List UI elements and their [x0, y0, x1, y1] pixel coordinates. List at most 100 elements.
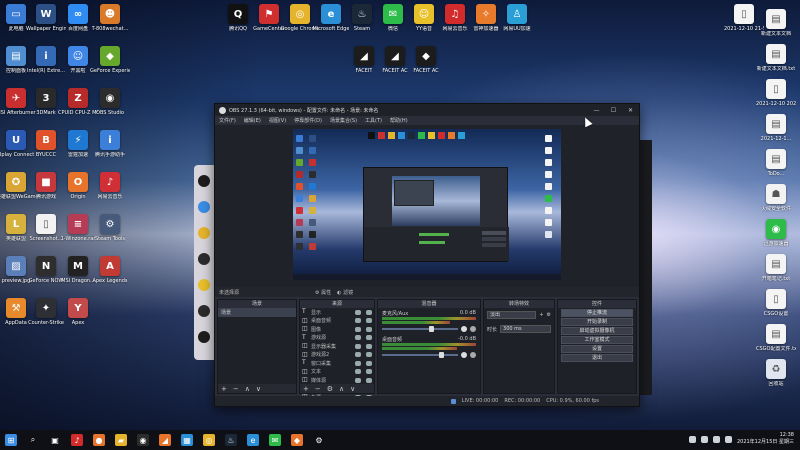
control-button[interactable]: 停止推流 — [561, 309, 633, 317]
desktop-shortcut[interactable]: ⚙ Steam Tools — [90, 214, 130, 242]
lock-icon[interactable] — [366, 369, 372, 375]
eye-icon[interactable] — [355, 369, 361, 375]
eye-icon[interactable] — [355, 343, 361, 349]
explorer-icon[interactable]: ▰ — [115, 434, 127, 446]
chrome-icon[interactable]: ◎ — [203, 434, 215, 446]
clock[interactable]: 12:38 2021年12月15日 星期三 — [737, 432, 794, 446]
network-icon[interactable] — [700, 435, 708, 443]
menu-item[interactable]: 编辑(E) — [244, 117, 261, 124]
desktop-shortcut[interactable]: ♪ 网易云音乐 — [90, 172, 130, 200]
settings-icon[interactable]: ⚙ — [313, 434, 325, 446]
source-item[interactable]: ◫ 文本 — [300, 368, 374, 377]
eye-icon[interactable] — [355, 377, 361, 383]
menu-item[interactable]: 工具(T) — [365, 117, 382, 124]
scene-item[interactable]: 场景 — [218, 308, 296, 317]
add-scene-icon[interactable]: + — [221, 385, 227, 393]
menu-item[interactable]: 帮助(H) — [390, 117, 408, 124]
volume-slider[interactable] — [382, 325, 458, 332]
ime-icon[interactable] — [724, 435, 732, 443]
desktop-shortcut[interactable]: A Apex Legends — [90, 256, 130, 284]
transition-select[interactable]: 淡出 — [487, 311, 537, 319]
close-icon[interactable]: ✕ — [622, 104, 639, 116]
edge-icon[interactable]: e — [247, 434, 259, 446]
source-item[interactable]: T 游戏源 — [300, 334, 374, 343]
menu-item[interactable]: 视图(V) — [269, 117, 286, 124]
desktop-shortcut[interactable]: ▤ 2021-12-1... — [756, 114, 796, 142]
panel-app-icon[interactable] — [198, 305, 210, 317]
add-transition-icon[interactable]: + — [539, 312, 543, 318]
panel-app-icon[interactable] — [198, 279, 210, 291]
eye-icon[interactable] — [355, 360, 361, 366]
transition-settings-icon[interactable]: ⚙ — [547, 312, 551, 318]
source-item[interactable]: ◫ 游戏源2 — [300, 351, 374, 360]
desktop-shortcut[interactable]: ▯ CSGO设置 — [756, 289, 796, 317]
menu-item[interactable]: 文件(F) — [219, 117, 236, 124]
desktop-shortcut[interactable]: ☻ T-808wechat... — [90, 4, 130, 32]
wechat-icon[interactable]: ✉ — [269, 434, 281, 446]
duration-input[interactable]: 300 ms — [500, 325, 551, 333]
lock-icon[interactable] — [366, 360, 372, 366]
menu-item[interactable]: 场景集合(S) — [330, 117, 357, 124]
start-icon[interactable]: ⊞ — [5, 434, 17, 446]
faceit-ac-icon[interactable]: ◆ — [291, 434, 303, 446]
tray-icon[interactable] — [688, 435, 696, 443]
properties-button[interactable]: ⚙ 属性 — [315, 289, 331, 296]
steam-icon[interactable]: ♨ — [225, 434, 237, 446]
panel-app-icon[interactable] — [198, 331, 210, 343]
desktop-shortcut[interactable]: Y Apex — [58, 298, 98, 326]
move-up-icon[interactable]: ∧ — [245, 385, 250, 393]
source-item[interactable]: ◫ 桌面音频 — [300, 317, 374, 326]
firefox-icon[interactable]: ● — [93, 434, 105, 446]
lock-icon[interactable] — [366, 326, 372, 332]
desktop-shortcut[interactable]: ☗ 火绒安全软件 — [756, 184, 796, 212]
source-settings-icon[interactable]: ⚙ — [327, 385, 333, 393]
desktop-shortcut[interactable]: ▯ 2021-12-10 20211025... — [756, 79, 796, 107]
maximize-icon[interactable]: ☐ — [605, 104, 622, 116]
faceit-icon[interactable]: ◢ — [159, 434, 171, 446]
desktop-shortcut[interactable]: ▤ CSGO配置文件.txt — [756, 324, 796, 352]
source-item[interactable]: T 窗口采集 — [300, 359, 374, 368]
menu-item[interactable]: 停靠部件(D) — [294, 117, 322, 124]
mute-icon[interactable] — [461, 325, 467, 332]
search-icon[interactable]: ⌕ — [27, 434, 39, 446]
panel-app-icon[interactable] — [198, 175, 210, 187]
mute-icon[interactable] — [461, 351, 467, 358]
desktop-shortcut[interactable]: ♙ 网易UU加速 — [497, 4, 537, 32]
preview-canvas[interactable] — [293, 129, 561, 280]
desktop-shortcut[interactable]: ▤ ToDo... — [756, 149, 796, 177]
desktop-shortcut[interactable]: ◆ GeForce Experience — [90, 46, 130, 74]
control-button[interactable]: 退出 — [561, 354, 633, 362]
add-source-icon[interactable]: + — [303, 385, 309, 393]
store-icon[interactable]: ▦ — [181, 434, 193, 446]
minimize-icon[interactable]: — — [588, 104, 605, 116]
source-item[interactable]: ◫ 图像 — [300, 325, 374, 334]
eye-icon[interactable] — [355, 318, 361, 324]
preview-area[interactable] — [215, 125, 639, 287]
panel-app-icon[interactable] — [198, 253, 210, 265]
remove-scene-icon[interactable]: − — [233, 385, 239, 393]
desktop-shortcut[interactable]: ▤ 新建文本文档.txt — [756, 44, 796, 72]
lock-icon[interactable] — [366, 318, 372, 324]
control-button[interactable]: 开始录制 — [561, 318, 633, 326]
source-item[interactable]: ◫ 显示器采集 — [300, 342, 374, 351]
move-up-icon[interactable]: ∧ — [339, 385, 344, 393]
volume-icon[interactable] — [712, 435, 720, 443]
panel-app-icon[interactable] — [198, 227, 210, 239]
desktop-shortcut[interactable]: ▤ 新建文本文档 — [756, 9, 796, 37]
lock-icon[interactable] — [366, 335, 372, 341]
control-button[interactable]: 设置 — [561, 345, 633, 353]
obs-title-bar[interactable]: OBS 27.1.3 (64-bit, windows) - 配置文件: 未命名… — [215, 104, 639, 116]
panel-app-icon[interactable] — [198, 201, 210, 213]
lock-icon[interactable] — [366, 343, 372, 349]
desktop-shortcut[interactable]: i 腾讯手游助手 — [90, 130, 130, 158]
lock-icon[interactable] — [366, 309, 372, 315]
track-settings-icon[interactable] — [470, 325, 476, 332]
desktop-shortcut[interactable]: ▤ 开箱笔记.txt — [756, 254, 796, 282]
lock-icon[interactable] — [366, 377, 372, 383]
move-down-icon[interactable]: ∨ — [256, 385, 261, 393]
task-view-icon[interactable]: ▣ — [49, 434, 61, 446]
move-down-icon[interactable]: ∨ — [350, 385, 355, 393]
eye-icon[interactable] — [355, 326, 361, 332]
lock-icon[interactable] — [366, 352, 372, 358]
eye-icon[interactable] — [355, 352, 361, 358]
